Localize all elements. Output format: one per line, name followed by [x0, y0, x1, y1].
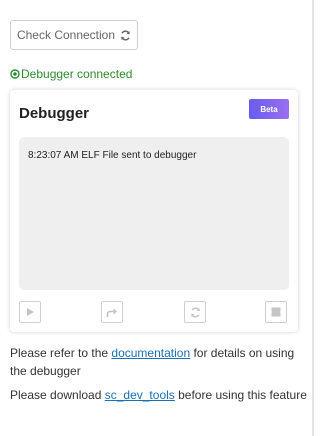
documentation-note: Please refer to the documentation for de…: [10, 344, 312, 380]
download-note: Please download sc_dev_tools before usin…: [10, 386, 312, 404]
download-prefix: Please download: [10, 388, 105, 402]
connection-status: Debugger connected: [10, 67, 132, 81]
connection-status-text: Debugger connected: [21, 67, 133, 81]
log-line: 8:23:07 AM ELF File sent to debugger: [28, 150, 197, 161]
sc-dev-tools-link[interactable]: sc_dev_tools: [105, 388, 175, 402]
panel-divider: [312, 0, 314, 436]
play-icon: [25, 307, 35, 317]
play-button[interactable]: [19, 301, 41, 323]
check-connection-label: Check Connection: [16, 28, 116, 42]
restart-button[interactable]: [184, 301, 206, 323]
debugger-panel: Debugger Beta 8:23:07 AM ELF File sent t…: [10, 90, 298, 332]
documentation-link[interactable]: documentation: [111, 346, 190, 360]
refresh-icon: [120, 29, 131, 41]
check-circle-icon: [10, 69, 21, 79]
documentation-prefix: Please refer to the: [10, 346, 112, 360]
step-over-button[interactable]: [101, 301, 123, 323]
check-connection-button[interactable]: Check Connection: [10, 20, 138, 50]
download-suffix: before using this feature: [174, 388, 307, 402]
debug-log: 8:23:07 AM ELF File sent to debugger: [19, 137, 289, 290]
stop-icon: [271, 307, 281, 317]
stop-button[interactable]: [265, 301, 287, 323]
step-over-icon: [106, 307, 118, 318]
refresh-icon: [190, 306, 201, 318]
beta-badge: Beta: [249, 99, 289, 119]
debugger-page: Check Connection Debugger connected Debu…: [0, 0, 314, 436]
panel-title: Debugger: [19, 105, 90, 122]
